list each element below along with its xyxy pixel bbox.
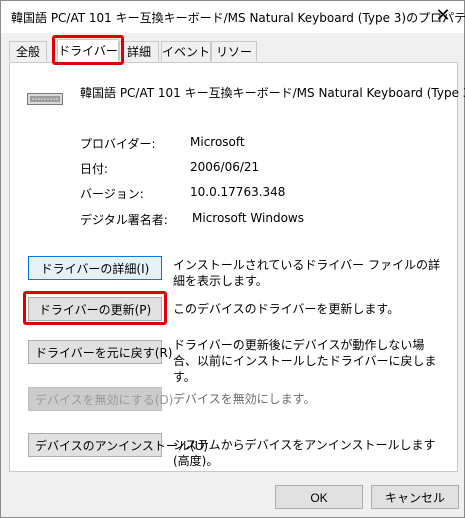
ok-button[interactable]: OK xyxy=(275,485,363,509)
driver-details-button[interactable]: ドライバーの詳細(I) xyxy=(28,256,162,280)
signer-value: Microsoft Windows xyxy=(192,211,304,225)
version-value: 10.0.17763.348 xyxy=(190,185,286,199)
window-title: 韓国語 PC/AT 101 キー互換キーボード/MS Natural Keybo… xyxy=(11,11,465,25)
version-label: バージョン: xyxy=(80,187,144,201)
disable-device-button[interactable]: デバイスを無効にする(D) xyxy=(28,387,173,411)
uninstall-device-button[interactable]: デバイスのアンインストール(U) xyxy=(28,433,208,457)
update-driver-button[interactable]: ドライバーの更新(P) xyxy=(28,297,162,321)
provider-label: プロバイダー: xyxy=(80,137,156,151)
keyboard-icon xyxy=(27,93,63,105)
close-icon[interactable]: ✕ xyxy=(430,3,456,29)
signer-label: デジタル署名者: xyxy=(80,213,168,227)
disable-device-description: デバイスを無効にします。 xyxy=(173,392,316,406)
driver-panel: 韓国語 PC/AT 101 キー互換キーボード/MS Natural Keybo… xyxy=(9,62,465,472)
properties-dialog: 韓国語 PC/AT 101 キー互換キーボード/MS Natural Keybo… xyxy=(0,0,465,518)
provider-value: Microsoft xyxy=(190,135,245,149)
update-driver-description: このデバイスのドライバーを更新します。 xyxy=(173,302,400,316)
tab-details[interactable]: 詳細 xyxy=(119,41,159,61)
driver-details-description: インストールされているドライバー ファイルの詳細を表示します。 xyxy=(173,258,440,288)
tab-general[interactable]: 全般 xyxy=(9,41,47,61)
cancel-button[interactable]: キャンセル xyxy=(371,485,459,509)
date-label: 日付: xyxy=(80,162,109,176)
tab-events[interactable]: イベント xyxy=(161,41,211,61)
tab-resources[interactable]: リソース xyxy=(211,41,257,79)
title-bar: 韓国語 PC/AT 101 キー互換キーボード/MS Natural Keybo… xyxy=(1,1,465,33)
uninstall-device-description: システムからデバイスをアンインストールします (高度)。 xyxy=(173,438,436,468)
device-name: 韓国語 PC/AT 101 キー互換キーボード/MS Natural Keybo… xyxy=(80,86,465,100)
date-value: 2006/06/21 xyxy=(190,160,260,174)
tab-driver[interactable]: ドライバー xyxy=(57,39,119,63)
rollback-driver-button[interactable]: ドライバーを元に戻す(R) xyxy=(28,340,172,364)
rollback-driver-description: ドライバーの更新後にデバイスが動作しない場合、以前にインストールしたドライバーに… xyxy=(173,338,437,384)
